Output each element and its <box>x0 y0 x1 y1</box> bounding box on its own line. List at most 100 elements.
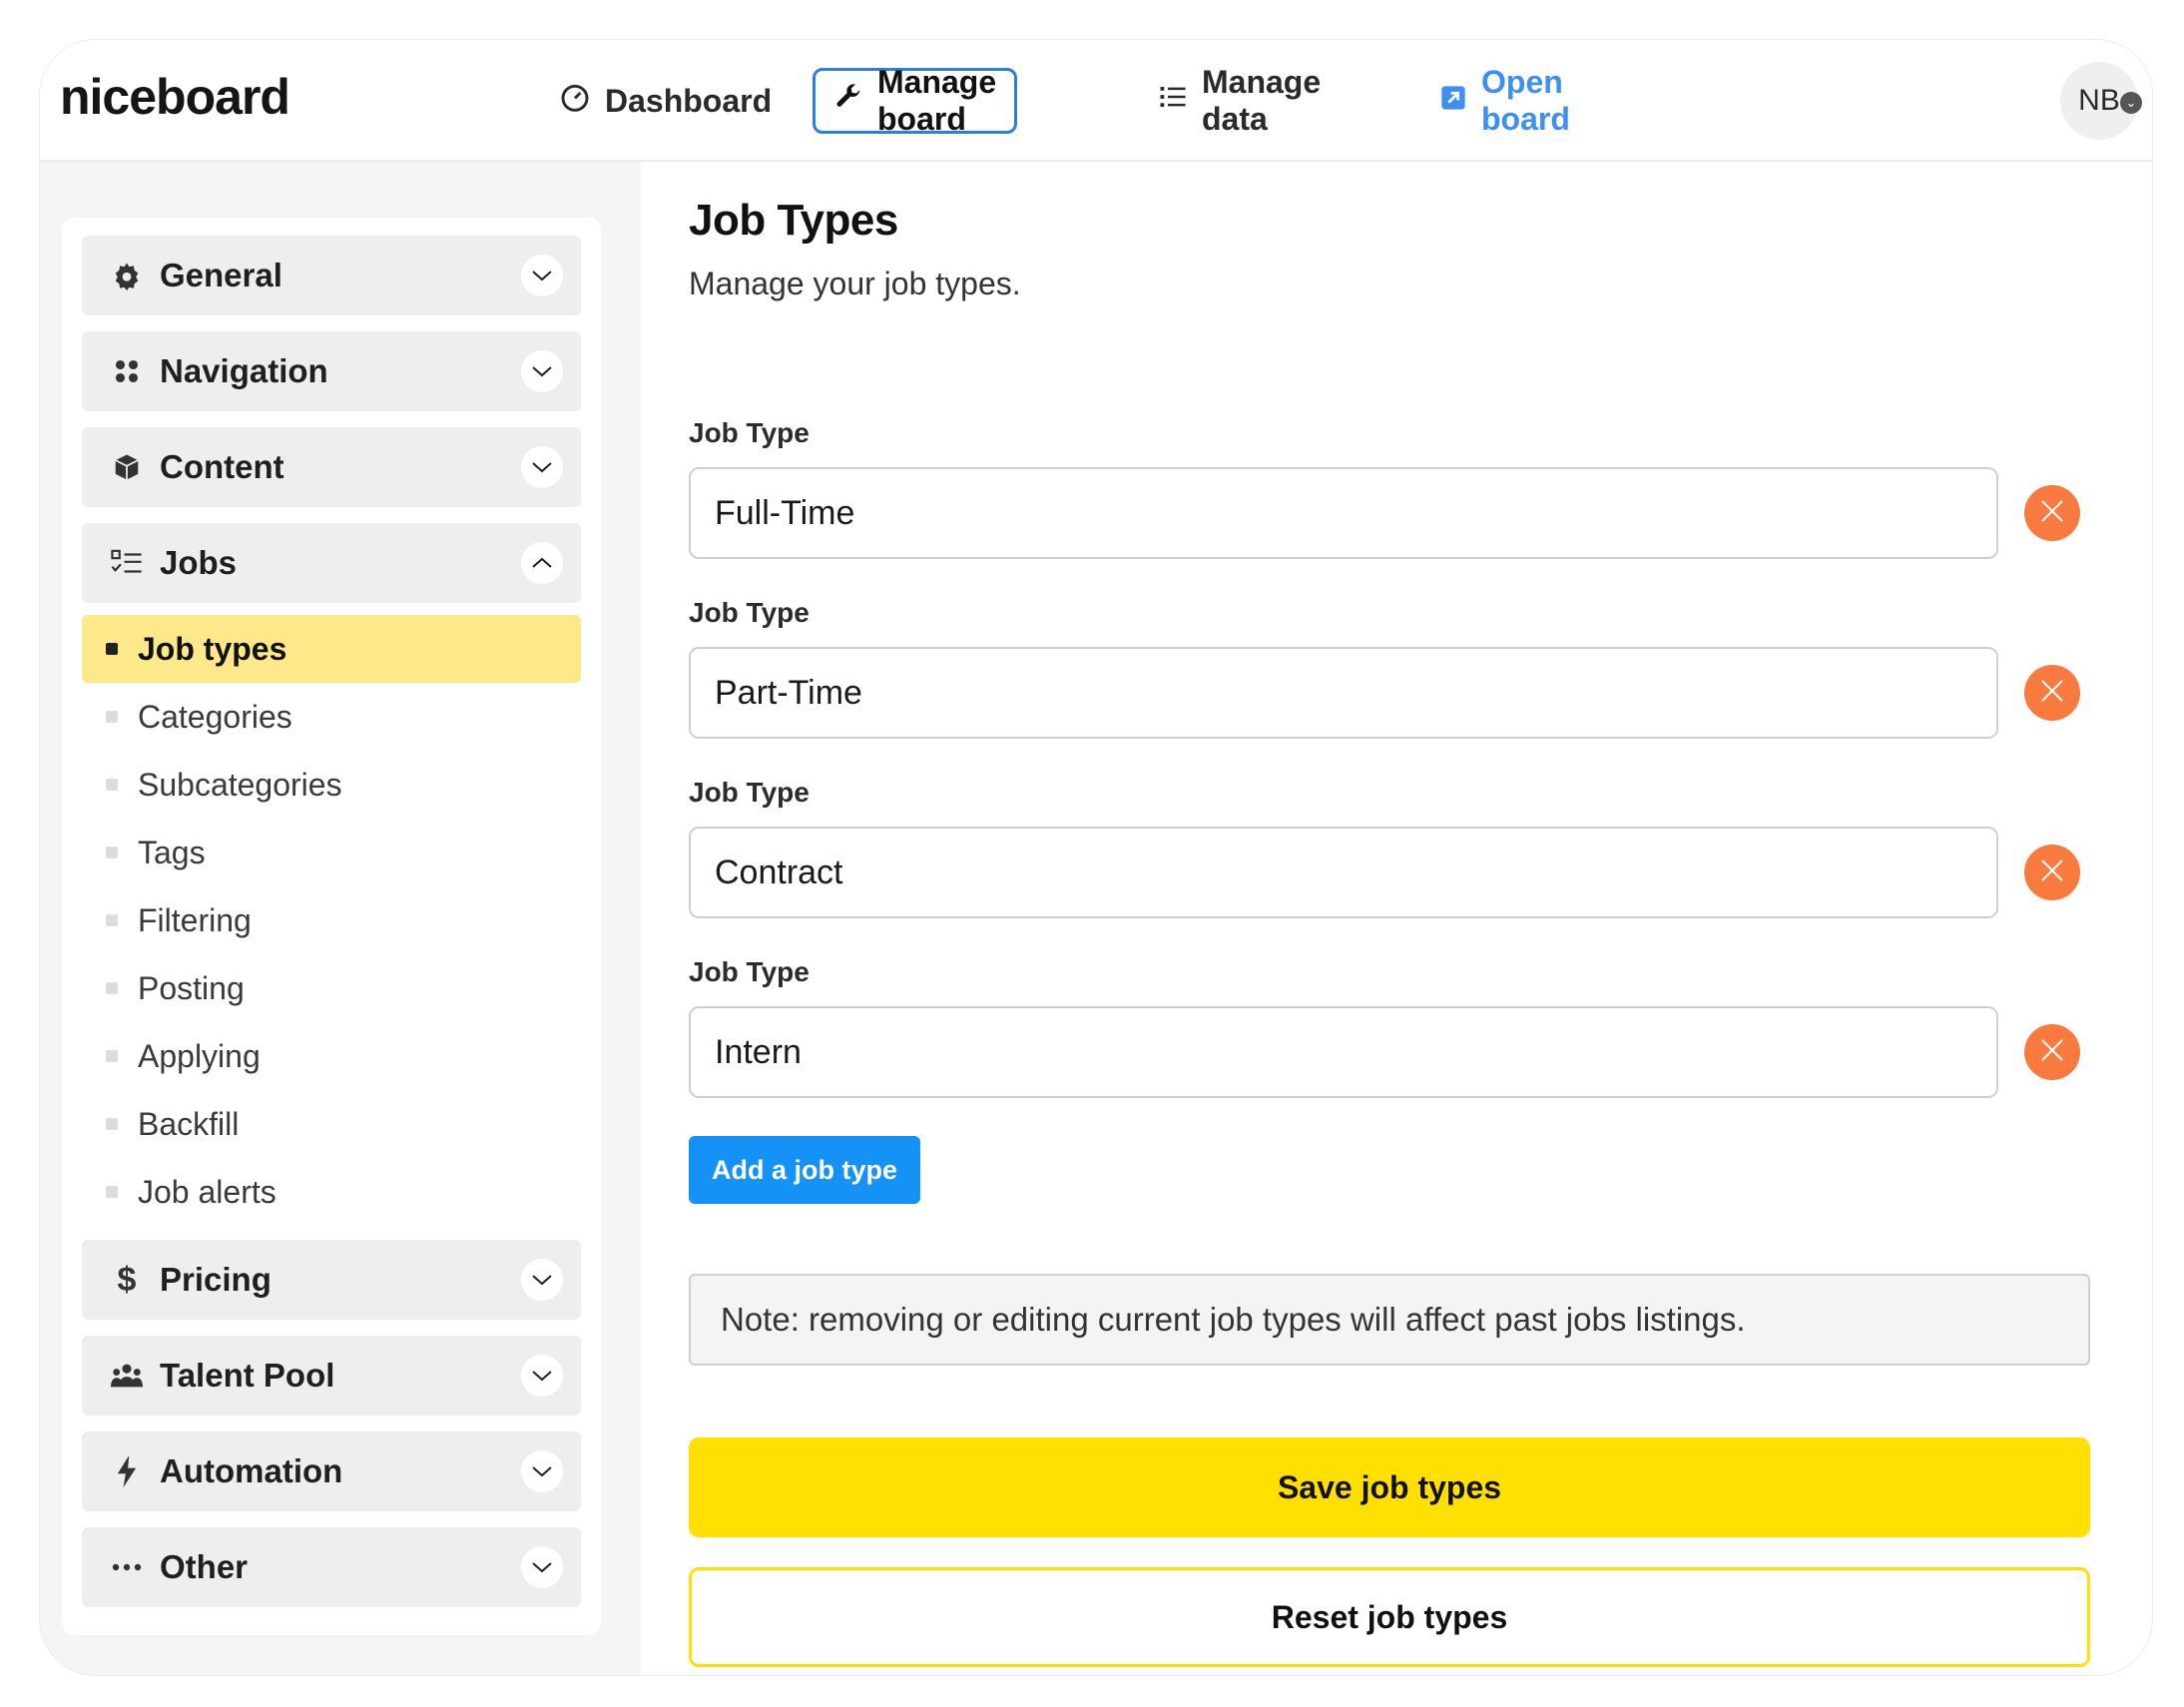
sidebar-item-label: Posting <box>138 969 245 1006</box>
sidebar-item-label: Tags <box>138 834 206 870</box>
cube-icon <box>110 450 144 484</box>
sidebar-group-label: General <box>160 257 282 293</box>
nav-manage-data[interactable]: Manage data <box>1140 64 1339 137</box>
page-subtitle: Manage your job types. <box>689 266 1021 301</box>
job-type-value: Intern <box>715 1032 802 1071</box>
sidebar-item-label: Job alerts <box>138 1173 276 1210</box>
nav-dashboard-label: Dashboard <box>605 82 773 119</box>
job-type-value: Part-Time <box>715 673 862 712</box>
nav-open-board[interactable]: Open board <box>1421 64 1588 137</box>
reset-button[interactable]: Reset job types <box>689 1567 2090 1667</box>
delete-job-type-button[interactable] <box>2024 485 2080 541</box>
bullet <box>106 1118 118 1130</box>
save-button[interactable]: Save job types <box>689 1437 2090 1537</box>
chevron-down-icon: ⌄ <box>2120 92 2142 114</box>
sidebar-item-label: Applying <box>138 1037 261 1074</box>
field-label: Job Type <box>689 777 810 808</box>
sidebar-item-posting[interactable]: Posting <box>82 954 581 1022</box>
sidebar-group-navigation[interactable]: Navigation <box>82 331 581 411</box>
ellipsis-icon <box>110 1550 144 1584</box>
dollar-icon: $ <box>117 1260 137 1299</box>
job-type-value: Contract <box>715 853 843 891</box>
sidebar-group-label: Navigation <box>160 352 328 389</box>
chevron-up-icon[interactable] <box>521 542 563 584</box>
bullet <box>106 914 118 926</box>
close-icon <box>2039 678 2065 709</box>
sidebar-group-pricing[interactable]: $ Pricing <box>82 1240 581 1320</box>
bolt-icon <box>110 1454 144 1488</box>
chevron-down-icon[interactable] <box>521 1355 563 1397</box>
sidebar-group-label: Automation <box>160 1452 343 1489</box>
sidebar-item-categories[interactable]: Categories <box>82 683 581 751</box>
sidebar-group-jobs[interactable]: Jobs <box>82 523 581 603</box>
chevron-down-icon[interactable] <box>521 1259 563 1301</box>
bullet <box>106 847 118 858</box>
chevron-down-icon[interactable] <box>521 1546 563 1588</box>
nav-manage-board-label: Manage board <box>877 64 997 137</box>
field-label: Job Type <box>689 417 810 448</box>
sidebar-group-label: Talent Pool <box>160 1357 335 1394</box>
sidebar-item-applying[interactable]: Applying <box>82 1022 581 1090</box>
chevron-down-icon[interactable] <box>521 1450 563 1492</box>
jobs-submenu: Job types Categories Subcategories Tags … <box>82 615 581 1226</box>
sidebar-item-label: Subcategories <box>138 766 342 803</box>
sidebar-group-talent-pool[interactable]: Talent Pool <box>82 1336 581 1416</box>
nav-manage-data-label: Manage data <box>1202 64 1322 137</box>
job-type-input[interactable]: Contract <box>689 827 1998 918</box>
sidebar-group-label: Content <box>160 448 284 485</box>
people-icon <box>110 1359 144 1393</box>
sidebar-item-label: Filtering <box>138 901 252 938</box>
job-type-input[interactable]: Intern <box>689 1006 1998 1098</box>
gauge-icon <box>559 81 591 121</box>
sidebar-group-automation[interactable]: Automation <box>82 1431 581 1511</box>
sidebar-group-label: Jobs <box>160 544 238 581</box>
sidebar-item-job-alerts[interactable]: Job alerts <box>82 1158 581 1226</box>
logo[interactable]: niceboard <box>60 68 290 126</box>
avatar[interactable]: NB ⌄ <box>2060 62 2142 140</box>
delete-job-type-button[interactable] <box>2024 1024 2080 1080</box>
page-title: Job Types <box>689 196 898 245</box>
sidebar-item-backfill[interactable]: Backfill <box>82 1090 581 1158</box>
sidebar-item-job-types[interactable]: Job types <box>82 615 581 683</box>
delete-job-type-button[interactable] <box>2024 845 2080 900</box>
sidebar-item-filtering[interactable]: Filtering <box>82 886 581 954</box>
warning-note: Note: removing or editing current job ty… <box>689 1274 2090 1366</box>
sidebar-group-label: Pricing <box>160 1261 272 1298</box>
gear-icon <box>110 259 144 292</box>
sidebar-item-label: Backfill <box>138 1105 240 1142</box>
external-link-icon <box>1439 83 1467 120</box>
sidebar-group-other[interactable]: Other <box>82 1527 581 1607</box>
bullet <box>106 779 118 791</box>
field-label: Job Type <box>689 956 810 987</box>
field-label: Job Type <box>689 597 810 628</box>
delete-job-type-button[interactable] <box>2024 665 2080 721</box>
job-type-value: Full-Time <box>715 493 855 532</box>
sidebar-group-general[interactable]: General <box>82 236 581 315</box>
bullet <box>106 982 118 994</box>
app-window: niceboard Dashboard Manage board Manage … <box>40 40 2152 1675</box>
bullet <box>106 711 118 723</box>
sidebar: General Navigation Content Jobs Job type… <box>62 218 601 1635</box>
checklist-icon <box>110 546 144 580</box>
sidebar-group-content[interactable]: Content <box>82 427 581 507</box>
sidebar-area: General Navigation Content Jobs Job type… <box>40 162 641 1675</box>
bullet <box>106 1186 118 1198</box>
nav-manage-board[interactable]: Manage board <box>813 64 1018 137</box>
add-job-type-button[interactable]: Add a job type <box>689 1136 920 1204</box>
list-icon <box>1158 82 1188 120</box>
sidebar-group-label: Other <box>160 1548 249 1585</box>
sidebar-item-tags[interactable]: Tags <box>82 819 581 886</box>
avatar-initials: NB <box>2078 84 2120 117</box>
job-type-input[interactable]: Part-Time <box>689 647 1998 739</box>
chevron-down-icon[interactable] <box>521 255 563 296</box>
job-type-input[interactable]: Full-Time <box>689 467 1998 559</box>
close-icon <box>2039 857 2065 888</box>
close-icon <box>2039 498 2065 529</box>
nav-dashboard[interactable]: Dashboard <box>541 68 790 134</box>
sidebar-item-subcategories[interactable]: Subcategories <box>82 751 581 819</box>
chevron-down-icon[interactable] <box>521 446 563 488</box>
sidebar-item-label: Categories <box>138 698 292 735</box>
bullet <box>106 1050 118 1062</box>
chevron-down-icon[interactable] <box>521 350 563 392</box>
sidebar-item-label: Job types <box>138 630 287 667</box>
